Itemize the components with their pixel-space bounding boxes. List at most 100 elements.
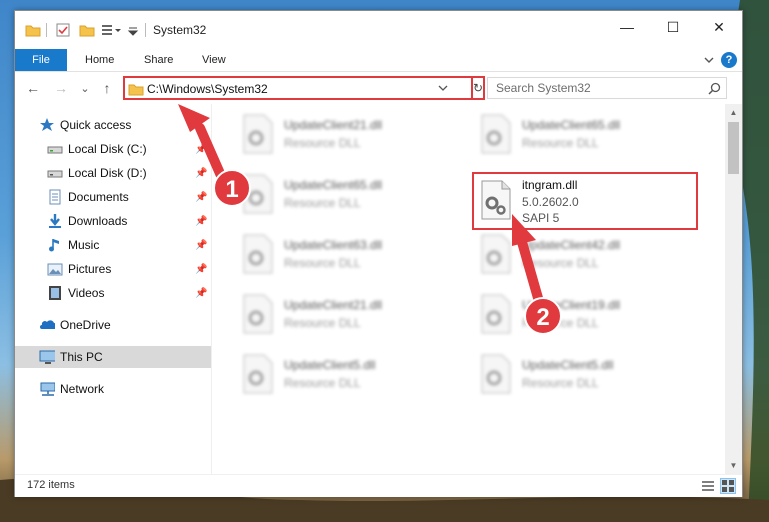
forward-button[interactable]: → <box>53 80 69 96</box>
file-tile[interactable]: UpdateClient5.dll Resource DLL <box>232 348 452 400</box>
minimize-button[interactable]: — <box>604 11 650 43</box>
sidebar-item-label: Videos <box>68 286 105 300</box>
file-name: UpdateClient21.dll <box>284 298 383 312</box>
file-tile[interactable]: UpdateClient19.dll Resource DLL <box>470 288 690 340</box>
sidebar-item-label: This PC <box>60 350 103 364</box>
vertical-scrollbar[interactable]: ▲ ▼ <box>725 104 742 474</box>
file-name: UpdateClient65.dll <box>522 118 621 132</box>
recent-locations-button[interactable]: ⌄ <box>77 80 93 96</box>
file-tile[interactable]: UpdateClient21.dll Resource DLL <box>232 288 452 340</box>
file-tile[interactable]: UpdateClient65.dll Resource DLL <box>470 108 690 160</box>
tab-file[interactable]: File <box>15 49 67 71</box>
status-bar: 172 items <box>15 474 742 497</box>
file-tile[interactable]: UpdateClient65.dll Resource DLL <box>232 168 452 220</box>
sidebar-item-videos[interactable]: Videos 📌 <box>15 282 211 304</box>
sidebar-item-network[interactable]: Network <box>15 378 211 400</box>
file-explorer-window: System32 — ☐ ✕ File Home Share View ? ← … <box>14 10 743 497</box>
sidebar-item-pictures[interactable]: Pictures 📌 <box>15 258 211 280</box>
up-button[interactable]: ↑ <box>99 80 115 96</box>
sidebar-item-quick-access[interactable]: Quick access <box>15 114 211 136</box>
scroll-down-icon[interactable]: ▼ <box>725 457 742 474</box>
search-icon[interactable] <box>708 82 721 95</box>
sidebar-item-onedrive[interactable]: OneDrive <box>15 314 211 336</box>
file-tile[interactable]: UpdateClient63.dll Resource DLL <box>232 228 452 280</box>
sidebar-item-label: Documents <box>68 190 129 204</box>
drive-icon <box>47 170 63 178</box>
tab-home[interactable]: Home <box>85 49 114 71</box>
file-tile[interactable]: UpdateClient21.dll Resource DLL <box>232 108 452 160</box>
dll-file-icon <box>481 114 511 154</box>
sidebar-item-label: Local Disk (C:) <box>68 142 147 156</box>
address-bar[interactable]: C:\Windows\System32 <box>123 76 473 100</box>
file-type: Resource DLL <box>522 376 599 390</box>
customize-toolbar-icon[interactable] <box>101 22 123 38</box>
tab-share[interactable]: Share <box>144 49 173 71</box>
ribbon-tabs: File Home Share View ? <box>15 49 742 72</box>
file-type: Resource DLL <box>284 196 361 210</box>
file-tile-itngram-dll[interactable]: itngram.dll 5.0.2602.0 SAPI 5 <box>472 172 698 230</box>
sidebar-item-label: Local Disk (D:) <box>68 166 147 180</box>
tab-view[interactable]: View <box>202 49 226 71</box>
sidebar-item-label: Music <box>68 238 100 252</box>
sidebar-item-downloads[interactable]: Downloads 📌 <box>15 210 211 232</box>
address-path: C:\Windows\System32 <box>147 82 268 96</box>
dll-file-icon <box>243 354 273 394</box>
refresh-button[interactable]: ↻ <box>473 76 485 100</box>
folder-icon <box>128 84 144 96</box>
file-type: SAPI 5 <box>522 211 560 225</box>
pin-icon[interactable]: 📌 <box>195 144 207 155</box>
file-type: Resource DLL <box>284 316 361 330</box>
file-name: itngram.dll <box>522 178 578 192</box>
close-button[interactable]: ✕ <box>696 11 742 43</box>
file-version: 5.0.2602.0 <box>522 195 579 209</box>
search-box[interactable]: Search System32 <box>487 77 727 99</box>
pin-icon[interactable]: 📌 <box>195 288 207 299</box>
scroll-thumb[interactable] <box>728 122 739 174</box>
pin-icon[interactable]: 📌 <box>195 216 207 227</box>
help-button[interactable]: ? <box>721 52 737 68</box>
scroll-up-icon[interactable]: ▲ <box>725 104 742 121</box>
large-icons-view-icon[interactable] <box>720 478 736 494</box>
pin-icon[interactable]: 📌 <box>195 192 207 203</box>
documents-icon <box>49 189 61 205</box>
drive-icon <box>47 146 63 154</box>
folder-icon <box>25 25 41 37</box>
star-icon <box>40 118 54 131</box>
dll-file-icon <box>481 180 511 220</box>
dll-file-icon <box>243 234 273 274</box>
sidebar-item-documents[interactable]: Documents 📌 <box>15 186 211 208</box>
pin-icon[interactable]: 📌 <box>195 264 207 275</box>
sidebar-item-music[interactable]: Music 📌 <box>15 234 211 256</box>
expand-ribbon-icon[interactable] <box>701 52 717 68</box>
file-type: Resource DLL <box>522 316 599 330</box>
sidebar-item-label: Downloads <box>68 214 128 228</box>
dll-file-icon <box>481 234 511 274</box>
file-tile[interactable]: UpdateClient5.dll Resource DLL <box>470 348 690 400</box>
sidebar-item-label: Network <box>60 382 105 396</box>
dropdown-icon[interactable] <box>127 22 139 38</box>
chevron-down-icon[interactable] <box>437 82 449 94</box>
file-type: Resource DLL <box>284 376 361 390</box>
dll-file-icon <box>243 114 273 154</box>
sidebar-item-local-disk-d[interactable]: Local Disk (D:) 📌 <box>15 162 211 184</box>
file-name: UpdateClient63.dll <box>284 238 383 252</box>
details-view-icon[interactable] <box>701 479 715 493</box>
dll-file-icon <box>243 174 273 214</box>
downloads-icon <box>49 214 61 228</box>
dll-file-icon <box>481 354 511 394</box>
computer-icon <box>39 350 55 364</box>
pin-icon[interactable]: 📌 <box>195 240 207 251</box>
pictures-icon <box>47 263 63 276</box>
sidebar-item-local-disk-c[interactable]: Local Disk (C:) 📌 <box>15 138 211 160</box>
pin-icon[interactable]: 📌 <box>195 168 207 179</box>
maximize-button[interactable]: ☐ <box>650 11 696 43</box>
sidebar-item-label: Pictures <box>68 262 112 276</box>
search-input[interactable]: Search System32 <box>496 81 591 95</box>
separator <box>145 23 146 37</box>
sidebar-item-this-pc[interactable]: This PC <box>15 346 211 368</box>
file-name: UpdateClient65.dll <box>284 178 383 192</box>
file-tile[interactable]: UpdateClient42.dll Resource DLL <box>470 228 690 280</box>
back-button[interactable]: ← <box>25 80 41 96</box>
properties-icon[interactable] <box>55 22 71 38</box>
new-folder-icon[interactable] <box>79 22 95 38</box>
